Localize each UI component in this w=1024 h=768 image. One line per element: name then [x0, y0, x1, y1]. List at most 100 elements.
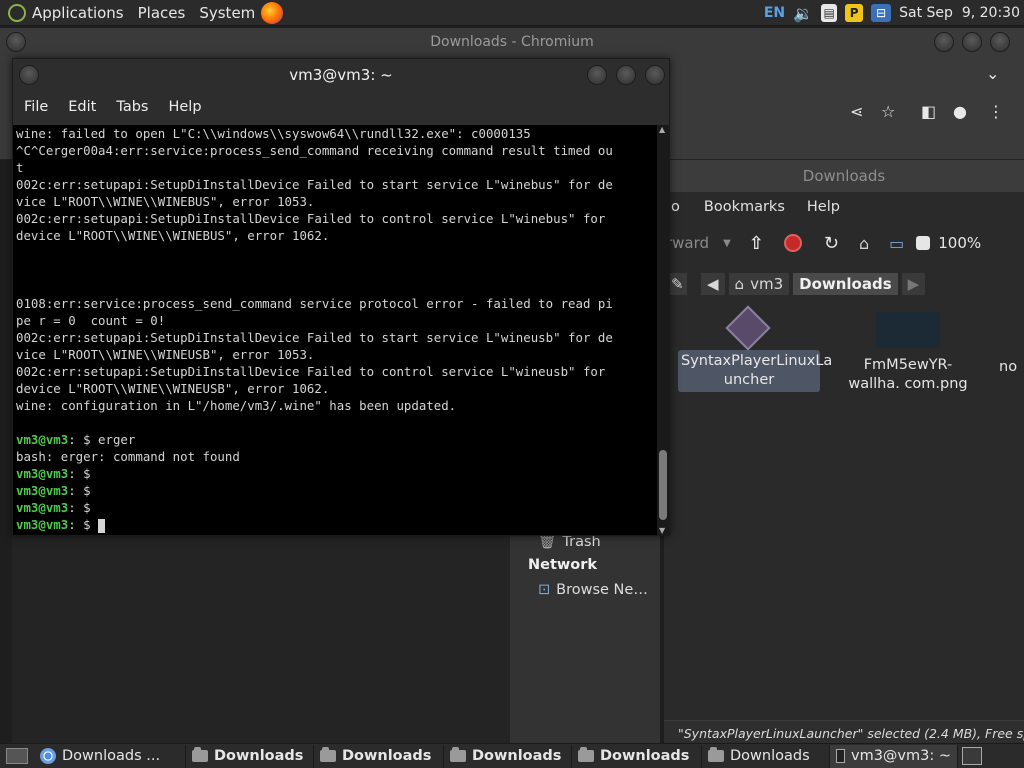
file-manager-sidebar: 🗑 Trash Network ⊡ Browse Ne…: [510, 533, 660, 743]
terminal-maximize-button[interactable]: [616, 65, 636, 85]
executable-file-icon: [725, 305, 771, 351]
sidebar-item-trash-label: Trash: [562, 534, 601, 550]
taskbar-item[interactable]: Downloads: [702, 744, 830, 768]
scroll-down-icon[interactable]: ▼: [659, 526, 665, 535]
computer-icon[interactable]: ▭: [889, 234, 904, 253]
parcellite-icon[interactable]: P: [845, 4, 864, 22]
terminal-line-text: vice L"ROOT\\WINE\\WINEUSB", error 1053.: [16, 347, 315, 362]
file-manager-menubar: o Bookmarks Help: [664, 195, 1024, 219]
path-bar: ✎ ◀ ⌂ vm3 Downloads ▶: [664, 270, 1024, 298]
scroll-up-icon[interactable]: ▲: [659, 125, 665, 134]
terminal-output[interactable]: wine: failed to open L"C:\\windows\\sysw…: [13, 125, 657, 535]
terminal-line-text: 0108:err:service:process_send_command se…: [16, 296, 613, 311]
system-menu[interactable]: System: [199, 4, 255, 22]
terminal-cursor: [98, 518, 106, 533]
keyboard-layout-indicator[interactable]: EN: [764, 5, 785, 21]
clock[interactable]: Sat Sep 9, 20:30: [899, 5, 1020, 21]
menu-go[interactable]: o: [671, 199, 680, 215]
distro-logo-icon[interactable]: [8, 3, 26, 22]
chromium-minimize-button[interactable]: [934, 32, 954, 52]
volume-icon[interactable]: 🔉: [793, 4, 813, 23]
firefox-icon[interactable]: [261, 1, 284, 24]
file-item-label: no: [999, 359, 1018, 375]
path-right-arrow-icon[interactable]: ▶: [900, 272, 927, 296]
profile-icon[interactable]: ●: [953, 102, 967, 121]
taskbar-item[interactable]: vm3@vm3: ~: [830, 744, 958, 768]
terminal-line-text: : $: [68, 500, 91, 515]
reload-icon[interactable]: ↻: [824, 233, 839, 254]
taskbar-item-label: Downloads: [730, 748, 810, 764]
show-desktop-icon[interactable]: [6, 748, 28, 764]
terminal-icon: [836, 749, 845, 763]
stop-icon[interactable]: [783, 234, 802, 252]
network-icon[interactable]: ⊟: [871, 4, 892, 22]
terminal-line: vm3@vm3: $: [16, 465, 657, 482]
taskbar-item[interactable]: Downloads ...: [34, 744, 186, 768]
top-panel: Applications Places System EN 🔉 ▤ P ⊟ Sa…: [0, 0, 1024, 26]
terminal-line-text: wine: configuration in L"/home/vm3/.wine…: [16, 398, 457, 413]
chromium-close-button[interactable]: [990, 32, 1010, 52]
zoom-out-icon[interactable]: [916, 236, 931, 250]
file-item-wallpaper[interactable]: FmM5ewYR-wallha. com.png: [838, 312, 978, 396]
terminal-line: device L"ROOT\\WINE\\WINEUSB", error 106…: [16, 380, 657, 397]
menu-help[interactable]: Help: [807, 199, 840, 215]
terminal-line: 002c:err:setupapi:SetupDiInstallDevice F…: [16, 363, 657, 380]
taskbar-item[interactable]: Downloads: [444, 744, 572, 768]
taskbar-item-label: Downloads: [600, 748, 690, 764]
path-segment-downloads[interactable]: Downloads: [792, 272, 899, 296]
terminal-minimize-button[interactable]: [587, 65, 607, 85]
path-left-arrow-icon[interactable]: ◀: [700, 272, 726, 296]
clipboard-icon[interactable]: ▤: [821, 4, 838, 22]
applications-menu[interactable]: Applications: [32, 4, 124, 22]
terminal-line: vm3@vm3: $: [16, 499, 657, 516]
taskbar-item-label: vm3@vm3: ~: [850, 748, 951, 764]
taskbar-item[interactable]: Downloads: [572, 744, 702, 768]
places-menu[interactable]: Places: [138, 4, 186, 22]
more-menu-icon[interactable]: ⋮: [988, 102, 1004, 121]
folder-icon: [450, 747, 466, 762]
terminal-line-text: ^C^Cerger00a4:err:service:process_send_c…: [16, 143, 613, 158]
file-item-label: FmM5ewYR-wallha. com.png: [848, 357, 968, 392]
terminal-line: wine: configuration in L"/home/vm3/.wine…: [16, 397, 657, 414]
menu-edit[interactable]: Edit: [68, 99, 96, 115]
workspace-switcher-icon[interactable]: [962, 747, 982, 765]
path-segment-home-label: vm3: [750, 275, 784, 293]
forward-button[interactable]: rward: [666, 234, 709, 252]
bookmark-star-icon[interactable]: ☆: [881, 102, 895, 121]
folder-icon: [192, 747, 208, 762]
terminal-line: vice L"ROOT\\WINE\\WINEBUS", error 1053.: [16, 193, 657, 210]
path-segment-home[interactable]: ⌂ vm3: [727, 272, 791, 296]
up-icon[interactable]: ⇧: [749, 233, 764, 254]
file-manager-window: Downloads o Bookmarks Help rward ▼ ⇧ ↻ ⌂…: [664, 160, 1024, 745]
menu-file[interactable]: File: [24, 99, 48, 115]
home-icon[interactable]: ⌂: [859, 234, 869, 253]
forward-dropdown-icon[interactable]: ▼: [723, 238, 731, 249]
taskbar: Downloads ... Downloads Downloads Downloads…: [0, 743, 1024, 768]
taskbar-item-label: Downloads ...: [62, 748, 161, 764]
sidebar-item-browse-network[interactable]: ⊡ Browse Ne…: [538, 582, 648, 598]
chromium-icon: [40, 748, 56, 764]
taskbar-item[interactable]: Downloads: [186, 744, 314, 768]
menu-bookmarks[interactable]: Bookmarks: [704, 199, 785, 215]
terminal-scrollbar[interactable]: ▲ ▼: [657, 125, 669, 535]
terminal-close-button[interactable]: [645, 65, 665, 85]
terminal-line: bash: erger: command not found: [16, 448, 657, 465]
terminal-line: pe r = 0 count = 0!: [16, 312, 657, 329]
menu-tabs[interactable]: Tabs: [116, 99, 148, 115]
share-icon[interactable]: ⋖: [850, 102, 863, 121]
file-item-syntaxplayer[interactable]: SyntaxPlayerLinuxLa uncher: [678, 305, 832, 392]
menu-help[interactable]: Help: [168, 99, 201, 115]
terminal-line-text: 002c:err:setupapi:SetupDiInstallDevice F…: [16, 364, 606, 379]
side-panel-icon[interactable]: ◧: [921, 102, 936, 121]
chromium-content-area: [12, 533, 510, 743]
zoom-level[interactable]: 100%: [938, 234, 981, 252]
chevron-down-icon[interactable]: ⌄: [986, 64, 999, 83]
chromium-maximize-button[interactable]: [962, 32, 982, 52]
file-item-partial[interactable]: no: [996, 312, 1024, 379]
taskbar-item[interactable]: Downloads: [314, 744, 444, 768]
scrollbar-thumb[interactable]: [659, 450, 667, 520]
